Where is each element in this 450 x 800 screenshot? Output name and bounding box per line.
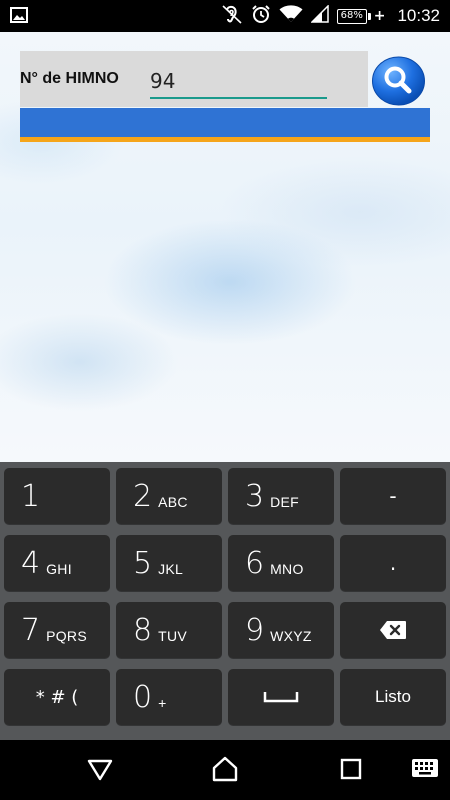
key-3[interactable]: 3 DEF [228,468,334,524]
key-letters: PQRS [46,628,87,644]
key-digit: 4 [21,545,41,581]
key-digit: 0 [133,679,153,715]
key-letters: TUV [158,628,187,644]
key-6[interactable]: 6 MNO [228,535,334,591]
key-digit: 7 [21,612,41,648]
alarm-icon [251,4,271,28]
key-letters: GHI [46,561,72,577]
back-triangle-icon [87,759,113,781]
key-letters: JKL [158,561,184,577]
key-period[interactable]: . [340,535,446,591]
key-2[interactable]: 2 ABC [116,468,222,524]
backspace-icon [380,621,406,639]
battery-percent: 68% [336,8,367,24]
signal-icon [309,4,329,27]
image-notification-icon [10,7,28,27]
backspace-key[interactable] [340,602,446,658]
keyboard-switch-button[interactable] [411,758,439,784]
key-symbols[interactable]: * # ( [4,669,110,725]
battery-icon: 68% + [336,8,386,24]
key-7[interactable]: 7 PQRS [4,602,110,658]
hearing-aid-icon [221,4,243,28]
hymn-number-label: N° de HIMNO [20,70,119,87]
numeric-keyboard: 1 2 ABC 3 DEF - 4 GHI 5 JKL 6 MNO . 7 PQ… [0,462,450,740]
status-bar: 68% + 10:32 [0,0,450,32]
key-4[interactable]: 4 GHI [4,535,110,591]
charging-icon: + [373,8,386,24]
magnifier-icon [372,56,425,106]
recents-button[interactable] [337,755,365,787]
results-bar [20,108,430,142]
status-icons: 68% + 10:32 [221,0,440,32]
space-icon [263,692,299,703]
navigation-bar [0,740,450,800]
space-key[interactable] [228,669,334,725]
done-key[interactable]: Listo [340,669,446,725]
keyboard-icon [412,759,438,777]
home-button[interactable] [211,755,239,787]
key-digit: 3 [245,478,265,514]
key-digit: 6 [245,545,265,581]
key-digit: 9 [245,612,265,648]
key-9[interactable]: 9 WXYZ [228,602,334,658]
hymn-search-panel: N° de HIMNO [20,51,368,107]
key-digit: 5 [133,545,153,581]
key-symbol: - [389,484,397,508]
wifi-icon [279,5,303,27]
key-digit: 2 [133,478,153,514]
key-letters: MNO [270,561,304,577]
home-icon [212,756,238,782]
key-0[interactable]: 0 + [116,669,222,725]
key-dash[interactable]: - [340,468,446,524]
key-letters: ABC [158,494,188,510]
hymn-number-input[interactable] [150,65,327,99]
done-key-label: Listo [375,687,411,706]
key-8[interactable]: 8 TUV [116,602,222,658]
key-digit: 8 [133,612,153,648]
back-button[interactable] [86,755,114,787]
key-symbol: * # ( [35,686,79,708]
search-button[interactable] [371,56,426,106]
key-1[interactable]: 1 [4,468,110,524]
key-symbol: . [389,551,397,575]
key-letters: WXYZ [270,628,312,644]
status-clock: 10:32 [397,6,440,25]
recents-square-icon [340,758,362,780]
key-letters: + [158,695,167,711]
key-5[interactable]: 5 JKL [116,535,222,591]
key-digit: 1 [21,478,41,514]
key-letters: DEF [270,494,299,510]
